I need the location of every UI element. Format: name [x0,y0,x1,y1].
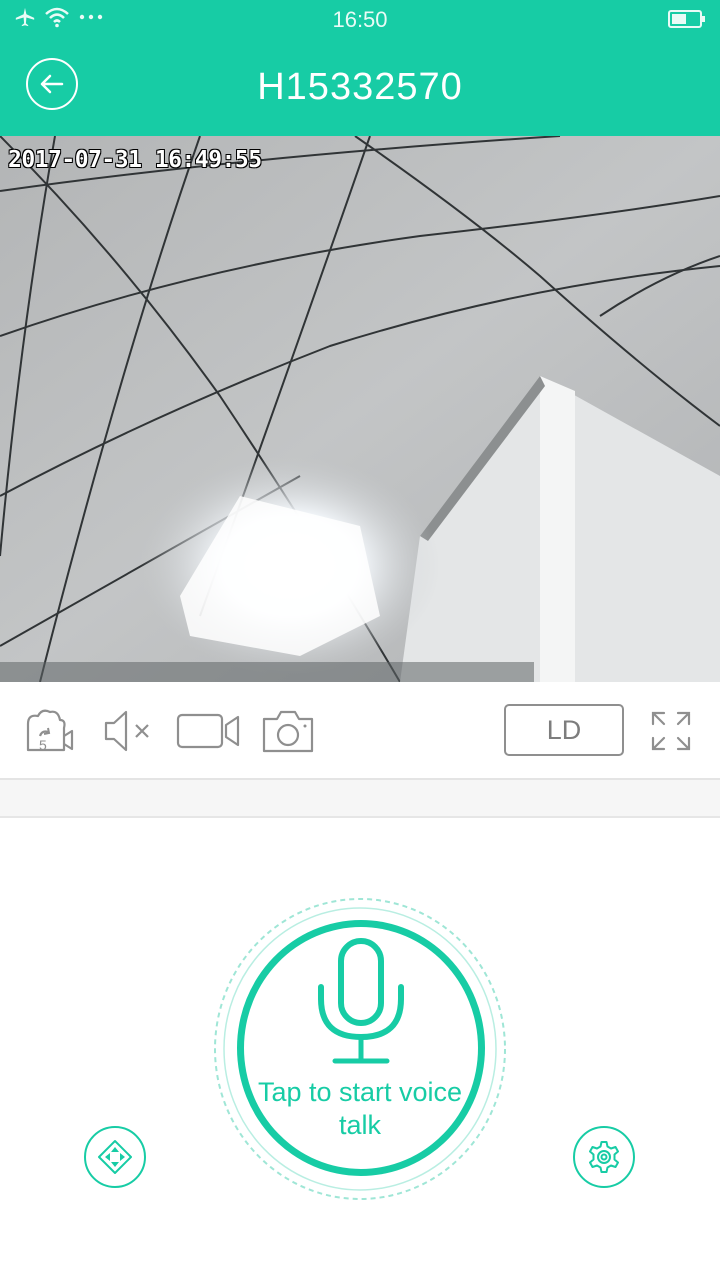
mute-button[interactable] [102,706,154,756]
camera-feed-image [0,136,720,682]
battery-icon [668,10,705,28]
device-title: H15332570 [257,66,463,108]
fullscreen-button[interactable] [648,706,694,756]
ptz-direction-icon [98,1140,132,1174]
video-timestamp: 2017-07-31 16:49:55 [8,147,262,173]
svg-text:5: 5 [39,737,47,753]
playback-icon: 5 [26,709,74,753]
snapshot-icon [262,710,314,753]
record-icon [176,713,240,749]
voice-talk-label: Tap to start voice talk [257,1077,463,1140]
mute-icon [104,710,149,752]
snapshot-button[interactable] [262,706,314,756]
ptz-control-button[interactable] [84,1126,146,1188]
separator-band [0,780,720,818]
status-time: 16:50 [332,7,388,32]
expand-icon [651,711,691,751]
settings-icon [589,1141,619,1173]
live-video-view[interactable]: 2017-07-31 16:49:55 [0,136,720,682]
app-header: H15332570 [0,40,720,136]
playback-button[interactable]: 5 [22,706,76,756]
video-quality-button[interactable]: LD [504,704,624,756]
video-toolbar: 5 LD [0,682,720,780]
record-button[interactable] [176,706,240,756]
settings-button[interactable] [573,1126,635,1188]
status-bar: 16:50 [0,0,720,40]
microphone-icon [318,938,404,1064]
